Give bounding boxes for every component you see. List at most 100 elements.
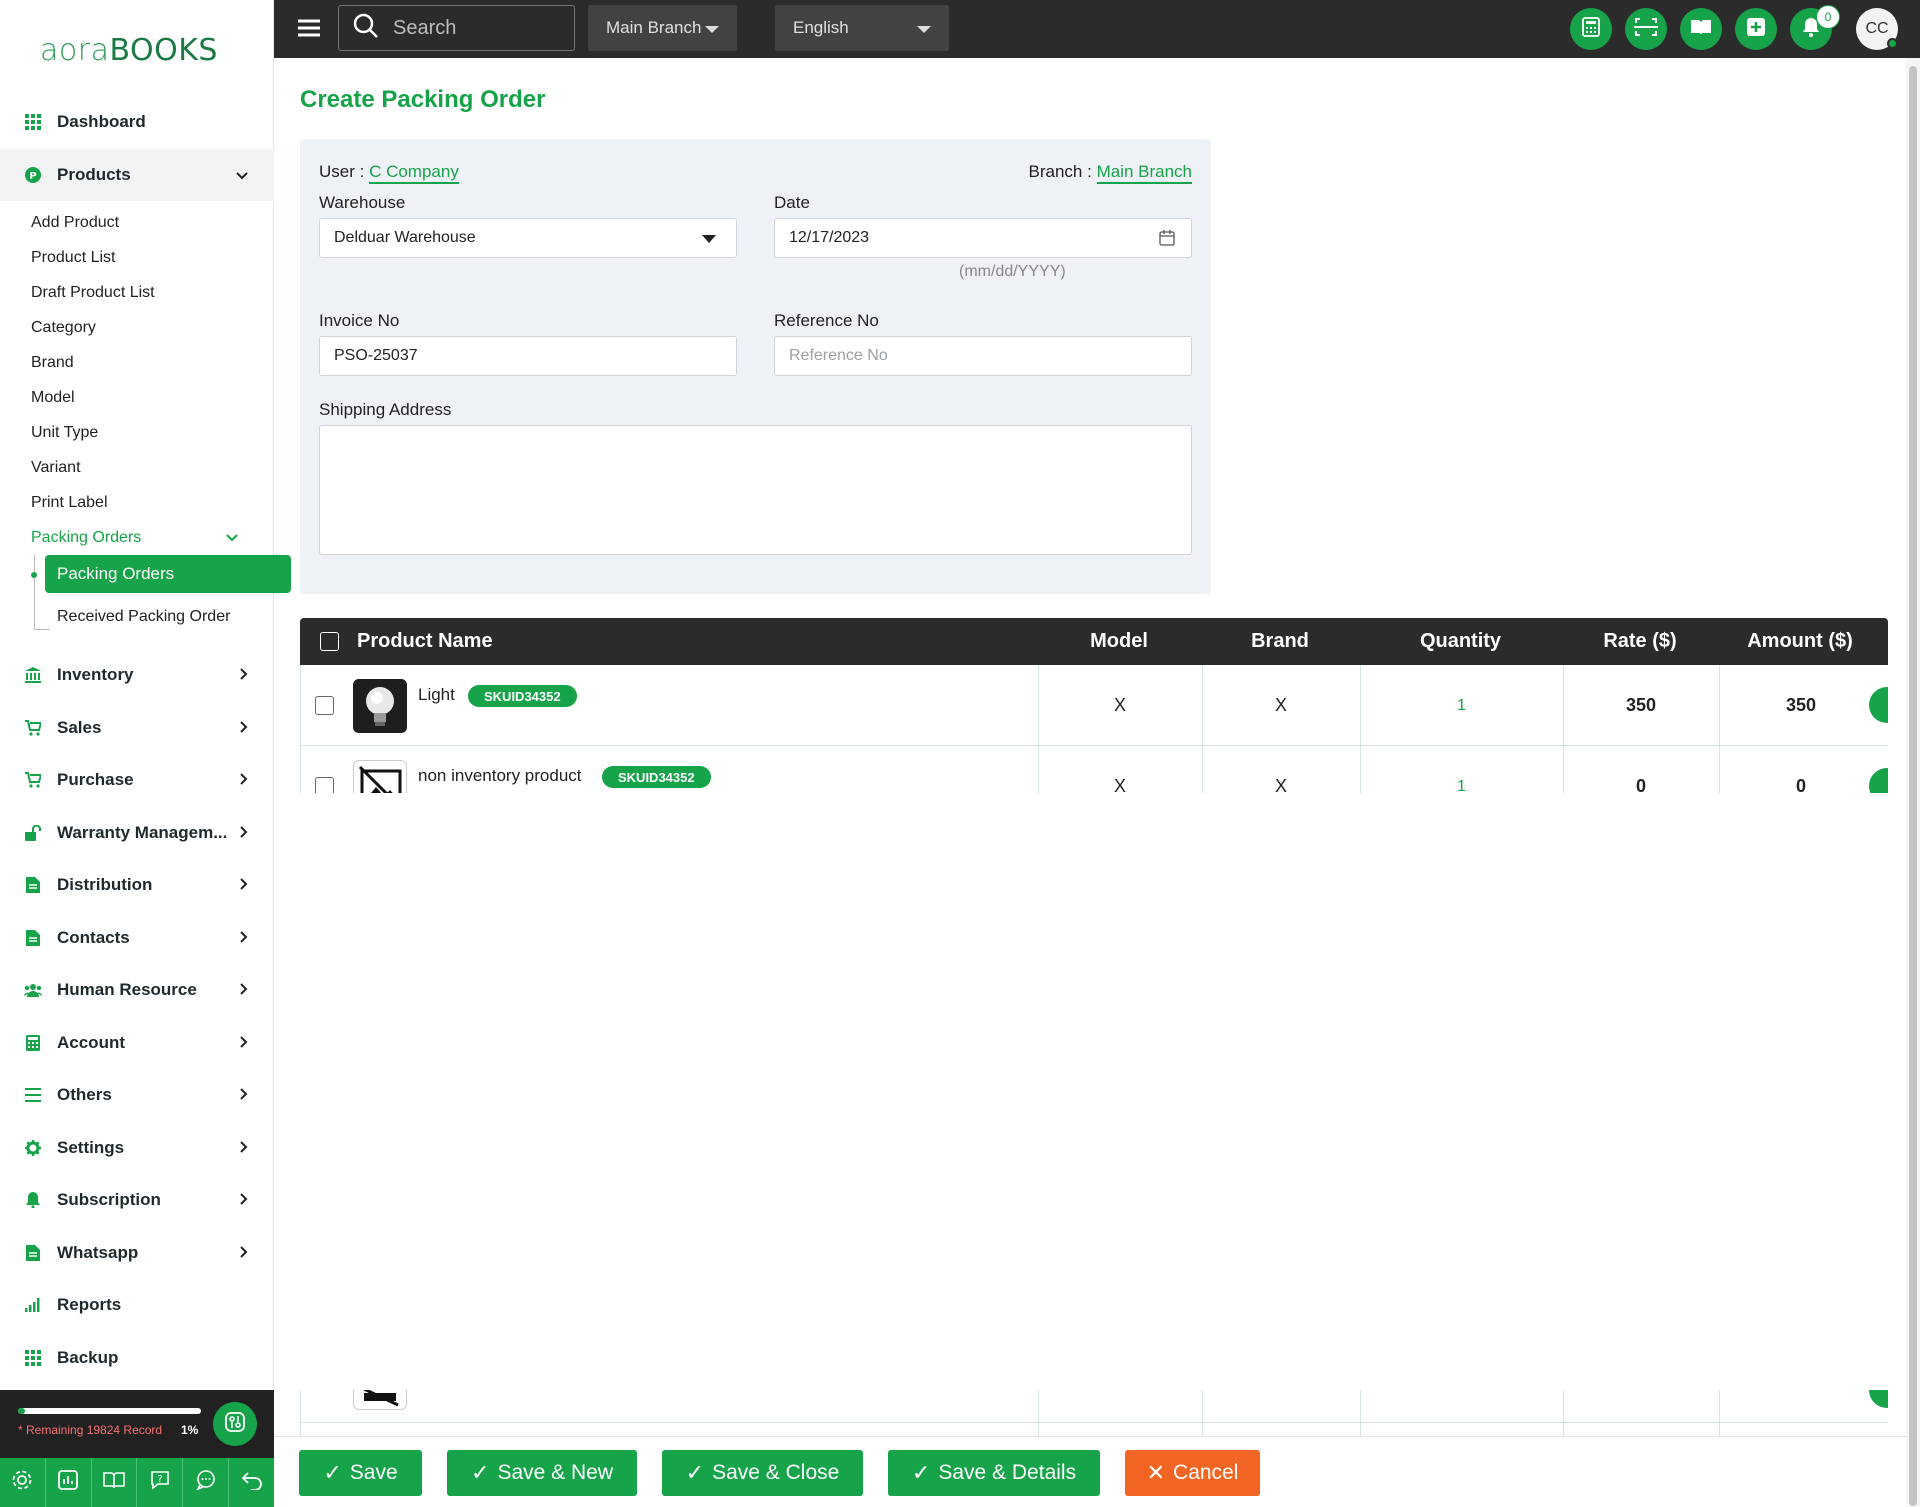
chevron-down-icon [236,165,248,185]
shipping-address-textarea[interactable] [319,425,1192,555]
sidebar-item-subscription[interactable]: Subscription [0,1174,274,1227]
submenu-model[interactable]: Model [0,380,274,415]
sidebar-item-others[interactable]: Others [0,1069,274,1122]
app-logo[interactable]: aora BOOKS [40,28,218,68]
submenu-variant[interactable]: Variant [0,450,274,485]
cell-quantity[interactable]: 1 [1360,746,1563,794]
sidebar-item-backup[interactable]: Backup [0,1332,274,1385]
sidebar-item-settings[interactable]: Settings [0,1122,274,1175]
submenu-unit-type[interactable]: Unit Type [0,415,274,450]
cell-quantity[interactable]: 1 [1360,665,1563,746]
submenu-brand[interactable]: Brand [0,345,274,380]
notification-count-badge: 0 [1816,5,1840,29]
sidebar-item-inventory[interactable]: Inventory [0,649,274,702]
signal-bars-icon [24,1296,42,1314]
language-select[interactable]: English [775,5,949,51]
chevron-right-icon [240,1138,248,1158]
user-avatar[interactable]: CC [1856,8,1898,50]
submenu-print-label[interactable]: Print Label [0,485,274,520]
sidebar-item-human-resource[interactable]: Human Resource [0,964,274,1017]
reference-field[interactable] [774,336,1192,376]
search-input[interactable] [393,16,563,40]
select-all-checkbox[interactable] [319,632,339,651]
col-product-name[interactable]: Product Name [357,618,493,665]
page-scrollbar[interactable] [1906,58,1920,1507]
book-open-icon [1690,18,1712,41]
guide-shortcut[interactable] [92,1458,138,1507]
save-button[interactable]: ✓ Save [299,1450,422,1496]
cell-model: X [1113,695,1126,715]
table-row[interactable]: non inventory product SKUID34352 X X 1 0… [301,746,1888,793]
cancel-button[interactable]: ✕ Cancel [1125,1450,1260,1496]
sidebar-item-contacts[interactable]: Contacts [0,912,274,965]
back-shortcut[interactable] [229,1458,274,1507]
caret-down-icon [702,235,716,243]
settings-shortcut[interactable] [0,1458,46,1507]
sidebar-item-label: Dashboard [57,112,146,132]
table-row[interactable]: Light SKUID34352 X X 1 350 350 [301,665,1888,746]
chevron-right-icon [240,1190,248,1210]
row-checkbox[interactable] [315,777,334,793]
sidebar-item-reports[interactable]: Reports [0,1279,274,1332]
user-link[interactable]: C Company [369,162,459,184]
quick-add-button[interactable] [1735,8,1777,50]
users-icon [24,981,42,999]
col-quantity[interactable]: Quantity [1359,618,1562,665]
date-format-hint: (mm/dd/YYYY) [959,263,1066,280]
plus-square-icon [1747,17,1765,41]
search-box[interactable] [338,5,575,51]
sidebar: aora BOOKS Dashboard P Products Add Produ… [0,0,291,1507]
invoice-field[interactable]: PSO-25037 [319,336,737,376]
col-amount[interactable]: Amount ($) [1718,618,1882,665]
branch-select[interactable]: Main Branch [588,5,737,51]
calendar-icon[interactable] [1159,230,1175,251]
date-field[interactable]: 12/17/2023 [774,218,1192,258]
sidebar-item-products[interactable]: P Products [0,148,274,201]
sidebar-item-whatsapp[interactable]: Whatsapp [0,1227,274,1280]
submenu-received-packing-order[interactable]: Received Packing Order [57,608,230,626]
user-label: User : [319,162,365,181]
submenu-product-list[interactable]: Product List [0,240,274,275]
sidebar-item-label: Products [57,164,131,184]
save-close-button[interactable]: ✓ Save & Close [662,1450,863,1496]
submenu-packing-orders[interactable]: Packing Orders [45,555,291,593]
upgrade-button[interactable] [213,1402,257,1446]
col-brand[interactable]: Brand [1201,618,1359,665]
row-checkbox[interactable] [315,696,334,715]
submenu-category[interactable]: Category [0,310,274,345]
guide-button[interactable] [1680,8,1722,50]
warehouse-select[interactable]: Delduar Warehouse [319,218,737,258]
save-new-button[interactable]: ✓ Save & New [447,1450,637,1496]
help-shortcut[interactable]: ? [137,1458,184,1507]
reference-input[interactable] [789,347,1191,365]
sidebar-item-account[interactable]: Account [0,1017,274,1070]
help-icon: ? [149,1469,171,1496]
hamburger-menu-button[interactable] [298,18,320,43]
sidebar-item-warranty[interactable]: Warranty Managem... [0,807,274,860]
chevron-right-icon [240,823,248,843]
submenu-add-product[interactable]: Add Product [0,205,274,240]
sidebar-item-distribution[interactable]: Distribution [0,859,274,912]
reports-shortcut[interactable] [46,1458,92,1507]
sidebar-item-sales[interactable]: Sales [0,702,274,755]
col-rate[interactable]: Rate ($) [1562,618,1718,665]
col-model[interactable]: Model [1037,618,1201,665]
sidebar-item-dashboard[interactable]: Dashboard [0,96,274,149]
save-details-button[interactable]: ✓ Save & Details [888,1450,1100,1496]
column-divider [1202,1390,1203,1438]
branch-link[interactable]: Main Branch [1096,162,1192,184]
row-actions-button[interactable] [1869,1390,1888,1408]
calculator-button[interactable] [1570,8,1612,50]
records-progress-bar [18,1408,201,1414]
scanner-button[interactable] [1625,8,1667,50]
column-divider [1038,1390,1039,1438]
submenu-draft-product-list[interactable]: Draft Product List [0,275,274,310]
grid-icon [24,1349,42,1367]
submenu-packing-orders-group[interactable]: Packing Orders [0,520,274,555]
sidebar-item-purchase[interactable]: Purchase [0,754,274,807]
gear-icon [24,1139,42,1157]
cell-amount: 0 [1795,776,1806,793]
scrollbar-thumb[interactable] [1909,66,1917,1506]
chat-shortcut[interactable] [183,1458,230,1507]
sku-badge: SKUID34352 [468,685,577,707]
